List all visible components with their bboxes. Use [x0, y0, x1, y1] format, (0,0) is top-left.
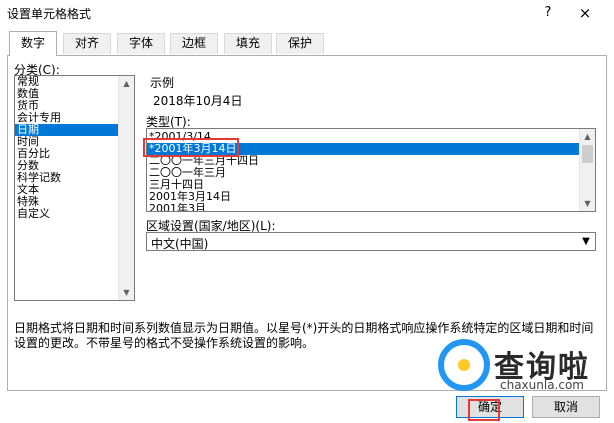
tab-border[interactable]: 边框 [170, 33, 218, 54]
tab-fill[interactable]: 填充 [224, 33, 272, 54]
type-item[interactable]: 2001年3月14日 [147, 191, 595, 203]
title-bar: 设置单元格格式 ? × [0, 0, 614, 26]
magnifier-icon [438, 339, 490, 391]
category-item[interactable]: 自定义 [15, 208, 134, 220]
sample-group: 2018年10月4日 [145, 84, 595, 112]
locale-value: 中文(中国) [151, 237, 209, 251]
tab-alignment[interactable]: 对齐 [63, 33, 111, 54]
window-title: 设置单元格格式 [7, 7, 92, 21]
sample-value: 2018年10月4日 [153, 94, 243, 108]
locale-dropdown[interactable]: 中文(中国) ▼ [146, 232, 596, 251]
category-listbox[interactable]: 常规 数值 货币 会计专用 日期 时间 百分比 分数 科学记数 文本 特殊 自定… [14, 75, 135, 301]
help-button[interactable]: ? [538, 3, 558, 23]
scroll-up-arrow-icon[interactable]: ▲ [580, 129, 595, 144]
type-item[interactable]: 2001年3月 [147, 203, 595, 212]
tab-protection[interactable]: 保护 [276, 33, 324, 54]
scroll-down-arrow-icon[interactable]: ▼ [119, 285, 134, 300]
scroll-up-arrow-icon[interactable]: ▲ [119, 76, 134, 91]
annotation-highlight-box [143, 138, 239, 157]
watermark-text-en: chaxunla.com [500, 378, 584, 392]
chevron-down-icon[interactable]: ▼ [577, 233, 595, 250]
type-item[interactable]: 二〇〇一年三月 [147, 167, 595, 179]
close-button[interactable]: × [575, 3, 595, 23]
scroll-down-arrow-icon[interactable]: ▼ [580, 196, 595, 211]
category-scrollbar[interactable]: ▲ ▼ [118, 76, 134, 300]
watermark-logo: 查询啦 chaxunla.com [434, 334, 614, 414]
watermark-dot [458, 359, 470, 371]
tab-number[interactable]: 数字 [9, 31, 57, 56]
type-scrollbar[interactable]: ▲ ▼ [579, 129, 595, 211]
scroll-thumb[interactable] [582, 145, 593, 163]
tab-font[interactable]: 字体 [117, 33, 165, 54]
